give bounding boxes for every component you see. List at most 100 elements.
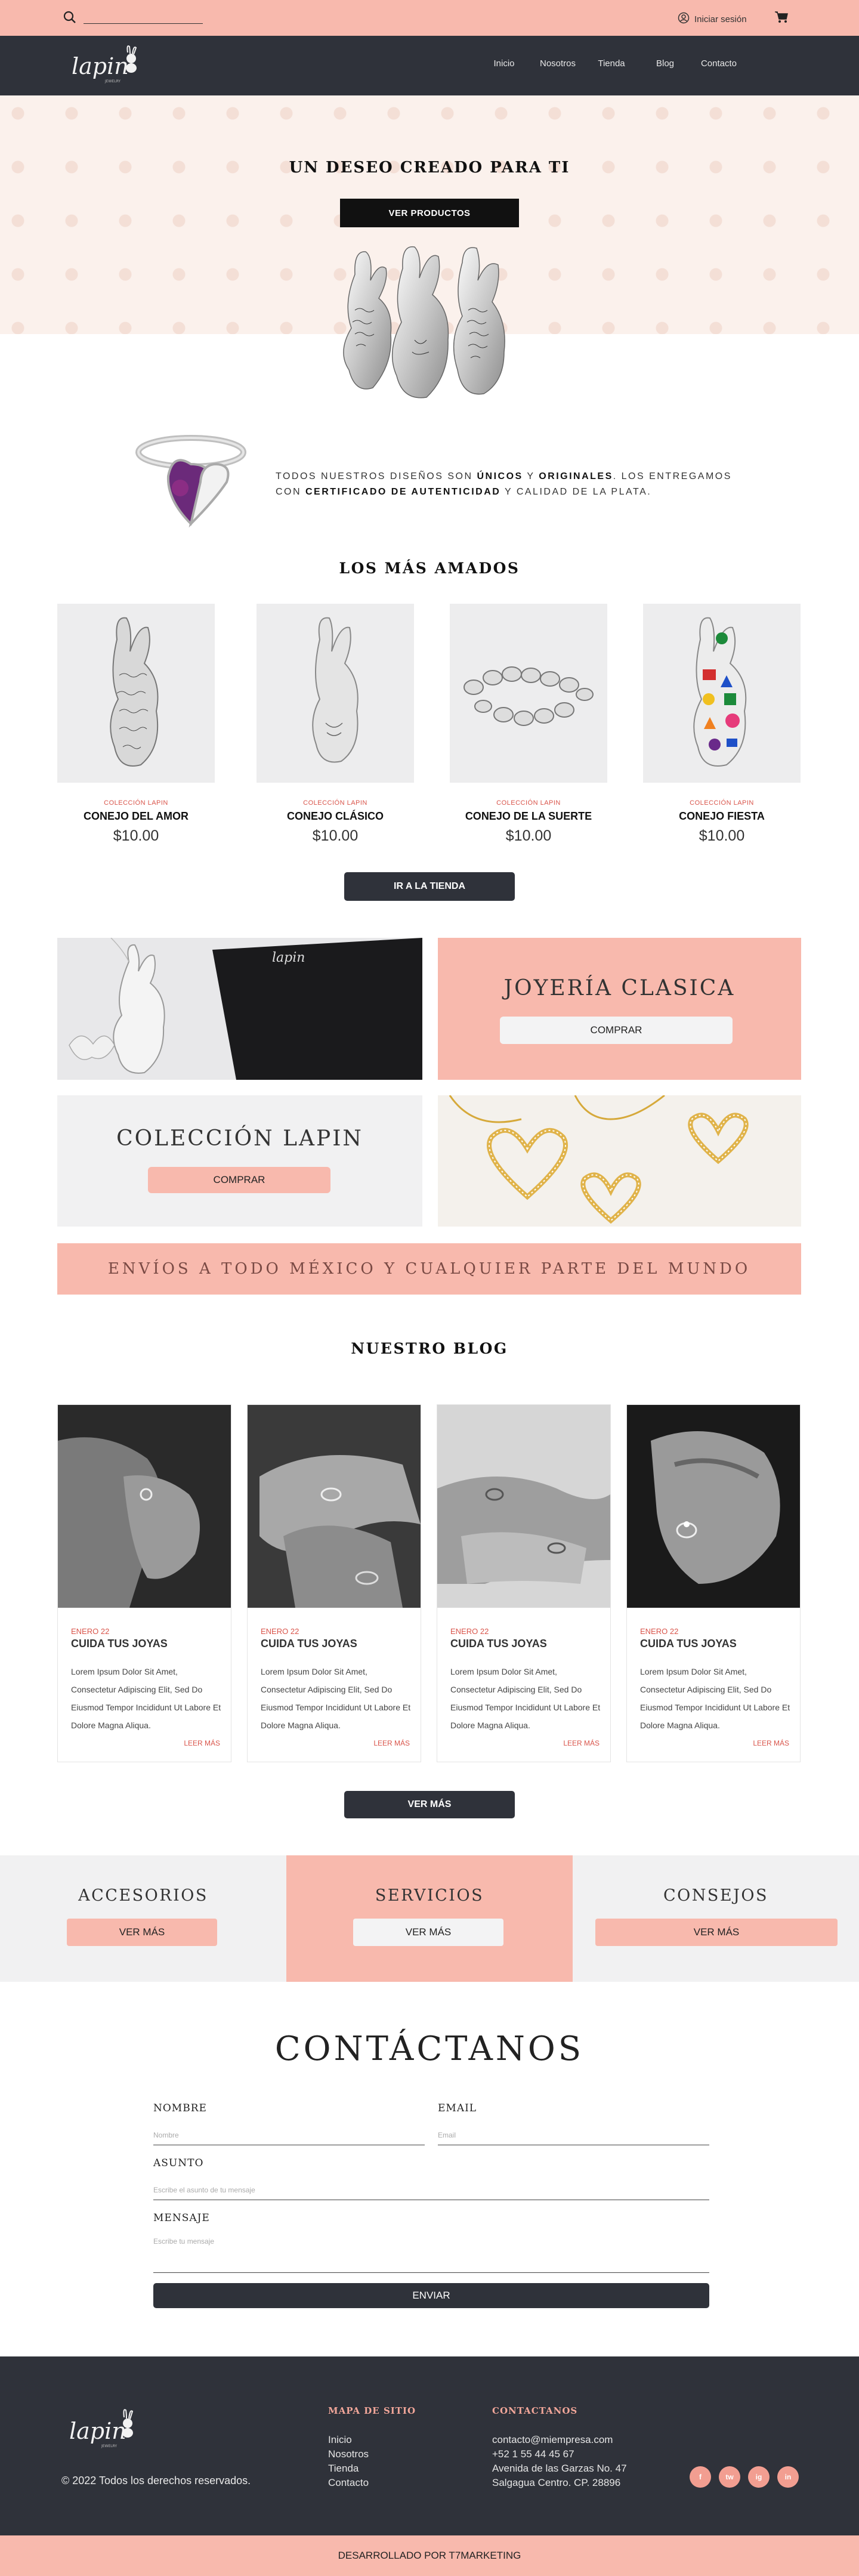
product-image[interactable] — [643, 604, 801, 783]
category-title: ACCESORIOS — [78, 1886, 208, 1905]
heart-ring-image — [125, 428, 251, 542]
blog-post-date: ENERO 22 — [640, 1627, 679, 1636]
see-more-blog-button[interactable]: VER MÁS — [344, 1791, 515, 1818]
blog-post-card[interactable]: ENERO 22 CUIDA TUS JOYAS Lorem Ipsum Dol… — [57, 1404, 231, 1762]
blog-post-title[interactable]: CUIDA TUS JOYAS — [640, 1638, 737, 1650]
blog-post-image[interactable] — [437, 1405, 610, 1608]
product-name[interactable]: CONEJO DEL AMOR — [57, 810, 215, 823]
footer-logo[interactable]: lapin JEWELRY — [67, 2404, 138, 2461]
search-icon[interactable] — [63, 11, 76, 27]
cart-icon[interactable] — [774, 11, 789, 27]
product-card[interactable]: COLECCIÓN LAPIN CONEJO CLÁSICO $10.00 — [257, 604, 414, 845]
product-collection: COLECCIÓN LAPIN — [496, 799, 561, 807]
search-box[interactable] — [63, 11, 203, 27]
product-card[interactable]: COLECCIÓN LAPIN CONEJO DE LA SUERTE $10.… — [450, 604, 607, 845]
brand-logo[interactable]: lapin JEWELRY — [70, 44, 142, 91]
product-card[interactable]: COLECCIÓN LAPIN CONEJO DEL AMOR $10.00 — [57, 604, 215, 845]
social-links: f tw ig in — [690, 2466, 799, 2488]
category-consejos: CONSEJOS VER MÁS — [573, 1855, 859, 1982]
blog-post-image[interactable] — [58, 1405, 231, 1608]
product-card[interactable]: COLECCIÓN LAPIN CONEJO FIESTA $10.00 — [643, 604, 801, 845]
product-price: $10.00 — [505, 827, 552, 844]
product-price: $10.00 — [312, 827, 359, 844]
about-bold-original: ORIGINALES — [539, 471, 613, 481]
product-image[interactable] — [450, 604, 607, 783]
category-servicios: SERVICIOS VER MÁS — [286, 1855, 573, 1982]
category-see-more-button[interactable]: VER MÁS — [353, 1919, 503, 1946]
footer-link-nosotros[interactable]: Nosotros — [328, 2447, 369, 2461]
main-nav: lapin JEWELRY Inicio Nosotros Tienda Blo… — [0, 36, 859, 95]
category-see-more-button[interactable]: VER MÁS — [595, 1919, 838, 1946]
about-bold-certificate: CERTIFICADO DE AUTENTICIDAD — [305, 487, 501, 497]
read-more-link[interactable]: LEER MÁS — [373, 1739, 410, 1747]
classic-jewelry-promo: JOYERÍA CLASICA COMPRAR — [438, 938, 801, 1080]
lapin-collection-promo: COLECCIÓN LAPIN COMPRAR — [57, 1095, 422, 1227]
about-statement: TODOS NUESTROS DISEÑOS SON ÚNICOS Y ORIG… — [276, 469, 753, 500]
product-collection: COLECCIÓN LAPIN — [690, 799, 754, 807]
login-label: Iniciar sesión — [694, 14, 747, 24]
blog-post-date: ENERO 22 — [71, 1627, 110, 1636]
blog-post-card[interactable]: ENERO 22 CUIDA TUS JOYAS Lorem Ipsum Dol… — [626, 1404, 801, 1762]
blog-post-title[interactable]: CUIDA TUS JOYAS — [450, 1638, 547, 1650]
category-see-more-button[interactable]: VER MÁS — [67, 1919, 217, 1946]
product-name[interactable]: CONEJO FIESTA — [643, 810, 801, 823]
product-image[interactable] — [57, 604, 215, 783]
svg-text:lapin: lapin — [72, 53, 129, 79]
featured-title: LOS MÁS AMADOS — [339, 560, 520, 577]
read-more-link[interactable]: LEER MÁS — [563, 1739, 600, 1747]
blog-post-date: ENERO 22 — [261, 1627, 299, 1636]
message-label: MENSAJE — [153, 2212, 210, 2224]
instagram-icon[interactable]: ig — [748, 2466, 770, 2488]
product-name[interactable]: CONEJO DE LA SUERTE — [450, 810, 607, 823]
blog-post-card[interactable]: ENERO 22 CUIDA TUS JOYAS Lorem Ipsum Dol… — [247, 1404, 421, 1762]
contact-email[interactable]: contacto@miempresa.com — [492, 2433, 627, 2447]
category-title: CONSEJOS — [663, 1886, 769, 1905]
search-input[interactable] — [84, 23, 203, 24]
email-input[interactable] — [438, 2125, 709, 2145]
category-title: SERVICIOS — [375, 1886, 484, 1905]
contact-address: Avenida de las Garzas No. 47 — [492, 2463, 627, 2474]
message-input[interactable] — [153, 2237, 709, 2273]
blog-post-image[interactable] — [248, 1405, 421, 1608]
footer-link-tienda[interactable]: Tienda — [328, 2461, 369, 2476]
nav-item-tienda[interactable]: Tienda — [585, 58, 638, 69]
facebook-icon[interactable]: f — [690, 2466, 711, 2488]
product-image[interactable] — [257, 604, 414, 783]
bunny-necklace-promo-image: lapin — [57, 938, 422, 1080]
name-input[interactable] — [153, 2125, 425, 2145]
nav-item-inicio[interactable]: Inicio — [477, 58, 531, 69]
twitter-icon[interactable]: tw — [719, 2466, 740, 2488]
lapin-collection-buy-button[interactable]: COMPRAR — [148, 1167, 330, 1193]
nav-item-blog[interactable]: Blog — [638, 58, 692, 69]
read-more-link[interactable]: LEER MÁS — [184, 1739, 220, 1747]
blog-post-excerpt: Lorem Ipsum Dolor Sit Amet, Consectetur … — [261, 1667, 411, 1730]
lapin-collection-title: COLECCIÓN LAPIN — [116, 1126, 363, 1151]
classic-jewelry-buy-button[interactable]: COMPRAR — [500, 1017, 733, 1044]
view-products-button[interactable]: VER PRODUCTOS — [340, 199, 519, 227]
sitemap-heading: MAPA DE SITIO — [328, 2405, 416, 2416]
nav-item-nosotros[interactable]: Nosotros — [531, 58, 585, 69]
contact-phone[interactable]: +52 1 55 44 45 67 — [492, 2447, 627, 2461]
linkedin-icon[interactable]: in — [777, 2466, 799, 2488]
svg-text:JEWELRY: JEWELRY — [101, 2444, 117, 2448]
go-to-store-button[interactable]: IR A LA TIENDA — [344, 872, 515, 901]
svg-text:lapin: lapin — [272, 950, 305, 965]
footer-link-inicio[interactable]: Inicio — [328, 2433, 369, 2447]
classic-jewelry-title: JOYERÍA CLASICA — [503, 976, 736, 1000]
blog-post-image[interactable] — [627, 1405, 800, 1608]
category-accesorios: ACCESORIOS VER MÁS — [0, 1855, 286, 1982]
product-collection: COLECCIÓN LAPIN — [104, 799, 168, 807]
login-link[interactable]: Iniciar sesión — [678, 12, 747, 26]
read-more-link[interactable]: LEER MÁS — [753, 1739, 789, 1747]
blog-post-title[interactable]: CUIDA TUS JOYAS — [71, 1638, 168, 1650]
nav-item-contacto[interactable]: Contacto — [692, 58, 746, 69]
blog-post-card[interactable]: ENERO 22 CUIDA TUS JOYAS Lorem Ipsum Dol… — [437, 1404, 611, 1762]
sitemap-list: Inicio Nosotros Tienda Contacto — [328, 2433, 369, 2490]
footer-link-contacto[interactable]: Contacto — [328, 2476, 369, 2490]
subject-input[interactable] — [153, 2180, 709, 2200]
developer-credit: DESARROLLADO POR T7MARKETING — [0, 2535, 859, 2576]
send-button[interactable]: ENVIAR — [153, 2283, 709, 2308]
product-name[interactable]: CONEJO CLÁSICO — [257, 810, 414, 823]
blog-post-title[interactable]: CUIDA TUS JOYAS — [261, 1638, 357, 1650]
shipping-banner: ENVÍOS A TODO MÉXICO Y CUALQUIER PARTE D… — [57, 1243, 801, 1295]
